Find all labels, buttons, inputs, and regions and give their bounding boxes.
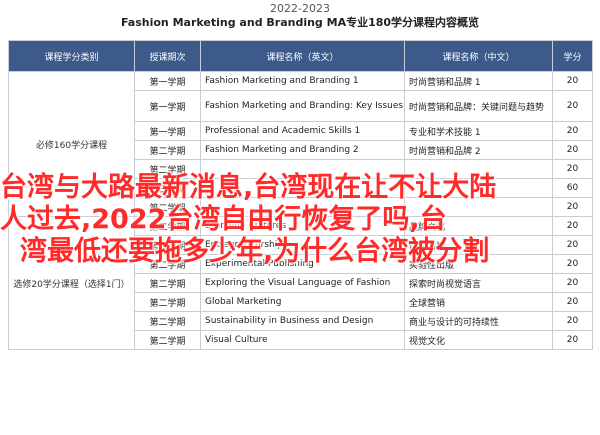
course-name-cn: 创业精神	[404, 235, 553, 255]
term-cell: 第二学期	[134, 140, 201, 160]
course-name-en: Fashion Marketing and Branding 1	[200, 71, 405, 91]
col-header-credits: 学分	[552, 40, 593, 72]
term-cell: 第二学期	[134, 330, 201, 350]
term-cell: 第二学期	[134, 292, 201, 312]
course-name-en: Exploring the Visual Language of Fashion	[200, 273, 405, 293]
header-year: 2022-2023	[270, 2, 330, 15]
term-cell: 第二学期	[134, 235, 201, 255]
credits-cell: 20	[552, 292, 593, 312]
credits-cell: 20	[552, 330, 593, 350]
course-name-cn	[404, 197, 553, 217]
col-header-term: 授课期次	[134, 40, 201, 72]
category-cell-elective: 选修20学分课程（选择1门）	[8, 216, 135, 350]
course-name-cn: 时尚营销和品牌：关键问题与趋势	[404, 90, 553, 122]
page-header: 2022-2023 Fashion Marketing and Branding…	[0, 0, 600, 38]
course-name-en: Branding Cultures	[200, 216, 405, 236]
term-cell: 第一学期	[134, 71, 201, 91]
course-name-cn: 全球营销	[404, 292, 553, 312]
credits-cell: 20	[552, 140, 593, 160]
credits-cell: 20	[552, 90, 593, 122]
course-name-cn: 时尚营销和品牌 1	[404, 71, 553, 91]
course-name-en	[200, 159, 405, 179]
course-name-cn: 品牌文化	[404, 216, 553, 236]
credits-cell: 20	[552, 254, 593, 274]
course-name-en: Sustainability in Business and Design	[200, 311, 405, 331]
course-name-en: Global Marketing	[200, 292, 405, 312]
page-title: Fashion Marketing and Branding MA专业180学分…	[120, 16, 480, 29]
col-header-name-cn: 课程名称（中文）	[404, 40, 553, 72]
course-table: 课程学分类别 授课期次 课程名称（英文） 课程名称（中文） 学分 必修160学分…	[8, 40, 593, 350]
credits-cell: 20	[552, 311, 593, 331]
table-row: 选修20学分课程（选择1门） 第二学期 Branding Cultures 品牌…	[8, 216, 593, 350]
credits-cell: 20	[552, 197, 593, 217]
course-name-cn	[404, 178, 553, 198]
table-row: 必修160学分课程 第一学期 Fashion Marketing and Bra…	[8, 71, 593, 217]
credits-cell: 20	[552, 121, 593, 141]
term-cell: 第一学期	[134, 121, 201, 141]
term-cell: 第二学期	[134, 159, 201, 179]
category-cell-required: 必修160学分课程	[8, 71, 135, 217]
course-name-en: Experimental Publishing	[200, 254, 405, 274]
course-name-en	[200, 178, 405, 198]
course-name-cn: 时尚营销和品牌 2	[404, 140, 553, 160]
term-cell: 第三学期	[134, 178, 201, 198]
course-name-cn: 探索时尚视觉语言	[404, 273, 553, 293]
term-cell: 第二学期	[134, 197, 201, 217]
credits-cell: 20	[552, 235, 593, 255]
term-cell: 第二学期	[134, 273, 201, 293]
credits-cell: 20	[552, 159, 593, 179]
course-name-cn: 实验性出版	[404, 254, 553, 274]
table-header-row: 课程学分类别 授课期次 课程名称（英文） 课程名称（中文） 学分	[8, 40, 593, 72]
credits-cell: 20	[552, 216, 593, 236]
course-name-cn: 商业与设计的可持续性	[404, 311, 553, 331]
credits-cell: 20	[552, 71, 593, 91]
col-header-category: 课程学分类别	[8, 40, 135, 72]
course-name-en: Visual Culture	[200, 330, 405, 350]
term-cell: 第一学期	[134, 90, 201, 122]
course-name-cn: 专业和学术技能 1	[404, 121, 553, 141]
course-name-en	[200, 197, 405, 217]
credits-cell: 20	[552, 273, 593, 293]
col-header-name-en: 课程名称（英文）	[200, 40, 405, 72]
course-name-en: Entrepreneurship	[200, 235, 405, 255]
term-cell: 第二学期	[134, 254, 201, 274]
course-name-en: Professional and Academic Skills 1	[200, 121, 405, 141]
course-name-cn: 视觉文化	[404, 330, 553, 350]
course-name-en: Fashion Marketing and Branding: Key Issu…	[200, 90, 405, 122]
term-cell: 第二学期	[134, 216, 201, 236]
term-cell: 第二学期	[134, 311, 201, 331]
course-name-cn	[404, 159, 553, 179]
credits-cell: 60	[552, 178, 593, 198]
course-name-en: Fashion Marketing and Branding 2	[200, 140, 405, 160]
